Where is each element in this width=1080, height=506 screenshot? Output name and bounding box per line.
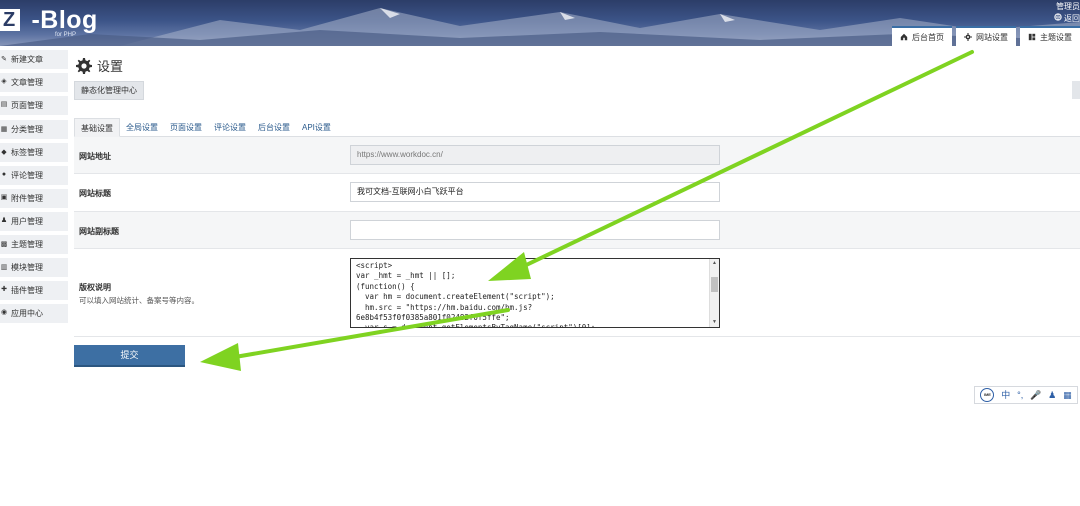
return-link[interactable]: 返回: [1054, 13, 1080, 25]
tab-backend[interactable]: 后台设置: [252, 118, 296, 137]
site-title-field[interactable]: 我可文档-互联网小白飞跃平台: [350, 182, 720, 202]
settings-form: 网站地址 https://www.workdoc.cn/ 网站标题 我可文档-互…: [74, 137, 1080, 337]
admin-link[interactable]: 管理员: [1054, 1, 1080, 13]
sidebar-item-categories[interactable]: ▦ 分类管理: [0, 120, 68, 140]
logo-badge: Z: [0, 9, 20, 31]
scroll-up-icon[interactable]: ▲: [712, 260, 717, 266]
textarea-scrollbar[interactable]: ▲ ▼: [709, 259, 719, 327]
gear-icon: [76, 57, 92, 74]
edit-icon: ✎: [1, 55, 7, 63]
ime-logo-icon[interactable]: IME: [980, 388, 995, 402]
tab-basic[interactable]: 基础设置: [74, 118, 120, 137]
attachment-icon: ▣: [0, 194, 8, 202]
sidebar-item-attachments[interactable]: ▣ 附件管理: [0, 188, 68, 208]
top-right-links: 管理员 返回: [1054, 1, 1080, 25]
logo-text: -Blog: [24, 6, 98, 34]
page-title: 设置: [76, 56, 123, 75]
user-icon[interactable]: ♟: [1048, 388, 1056, 402]
header-banner: Z -Blog for PHP 管理员 返回 后台首页 网站设置 主题设置: [0, 0, 1080, 46]
sidebar-item-users[interactable]: ♟ 用户管理: [0, 211, 68, 231]
site-url-row: 网站地址 https://www.workdoc.cn/: [74, 137, 1080, 174]
site-subtitle-row: 网站副标题: [74, 212, 1080, 249]
tab-global[interactable]: 全局设置: [120, 118, 164, 137]
site-url-field: https://www.workdoc.cn/: [350, 145, 720, 165]
tab-page[interactable]: 页面设置: [164, 118, 208, 137]
copyright-code: <script> var _hmt = _hmt || []; (functio…: [356, 261, 596, 328]
sidebar-item-themes[interactable]: ▩ 主题管理: [0, 235, 68, 255]
ime-toolbar: IME 中 °, 🎤 ♟ ▦: [974, 386, 1078, 404]
sidebar-item-tags[interactable]: ◆ 标签管理: [0, 143, 68, 163]
copyright-textarea[interactable]: <script> var _hmt = _hmt || []; (functio…: [350, 258, 720, 328]
sidebar: ✎ 新建文章 ◈ 文章管理 ▤ 页面管理 ▦ 分类管理 ◆ 标签管理 ● 评论管理 ▣ 附件管…: [0, 50, 68, 327]
site-subtitle-field[interactable]: [350, 220, 720, 240]
arrow-head-2: [200, 343, 241, 371]
logo-subtitle: for PHP: [55, 32, 77, 38]
static-management-button[interactable]: 静态化管理中心: [74, 81, 144, 100]
apps-grid-icon[interactable]: ▦: [1063, 388, 1072, 402]
top-tabs: 后台首页 网站设置 主题设置: [892, 26, 1080, 46]
copyright-label: 版权说明: [79, 283, 111, 292]
tag-icon: ◆: [1, 148, 7, 156]
submit-button[interactable]: 提交: [74, 345, 185, 367]
sidebar-item-articles[interactable]: ◈ 文章管理: [0, 72, 68, 92]
sidebar-item-modules[interactable]: ▥ 模块管理: [0, 258, 68, 278]
app-center-icon: ◉: [0, 309, 8, 317]
sidebar-item-plugins[interactable]: ✚ 插件管理: [0, 280, 68, 300]
site-title-label: 网站标题: [79, 189, 111, 198]
grid-icon: [1028, 33, 1036, 41]
category-icon: ▦: [0, 125, 8, 133]
page-icon: ▤: [0, 101, 8, 109]
site-title-row: 网站标题 我可文档-互联网小白飞跃平台: [74, 174, 1080, 212]
copyright-row: 版权说明 可以填入网站统计、备案号等内容。 <script> var _hmt …: [74, 249, 1080, 337]
copyright-hint: 可以填入网站统计、备案号等内容。: [79, 296, 199, 305]
site-url-label: 网站地址: [79, 152, 111, 161]
scroll-down-icon[interactable]: ▼: [712, 319, 717, 325]
user-icon: ♟: [0, 217, 8, 225]
sidebar-item-app-center[interactable]: ◉ 应用中心: [0, 303, 68, 323]
tab-dashboard[interactable]: 后台首页: [892, 26, 952, 46]
ime-mode[interactable]: 中: [1001, 388, 1010, 402]
theme-icon: ▩: [0, 240, 8, 248]
site-subtitle-label: 网站副标题: [79, 227, 119, 236]
module-icon: ▥: [0, 263, 8, 271]
microphone-icon[interactable]: 🎤: [1030, 388, 1041, 402]
tab-comment[interactable]: 评论设置: [208, 118, 252, 137]
scroll-thumb[interactable]: [711, 277, 718, 292]
tab-site-settings[interactable]: 网站设置: [956, 26, 1016, 46]
sidebar-item-new-post[interactable]: ✎ 新建文章: [0, 50, 68, 69]
tab-theme-settings[interactable]: 主题设置: [1020, 26, 1080, 46]
sidebar-item-pages[interactable]: ▤ 页面管理: [0, 95, 68, 115]
article-icon: ◈: [1, 78, 7, 86]
globe-icon: [1054, 13, 1062, 21]
right-edge-button[interactable]: [1072, 81, 1080, 99]
gear-icon: [964, 33, 972, 41]
home-icon: [900, 33, 908, 41]
plugin-icon: ✚: [1, 286, 7, 294]
comment-icon: ●: [1, 171, 7, 179]
settings-tabs: 基础设置 全局设置 页面设置 评论设置 后台设置 API设置: [74, 118, 1080, 137]
punctuation-icon[interactable]: °,: [1017, 388, 1023, 402]
sidebar-item-comments[interactable]: ● 评论管理: [0, 165, 68, 185]
tab-api[interactable]: API设置: [296, 118, 337, 137]
